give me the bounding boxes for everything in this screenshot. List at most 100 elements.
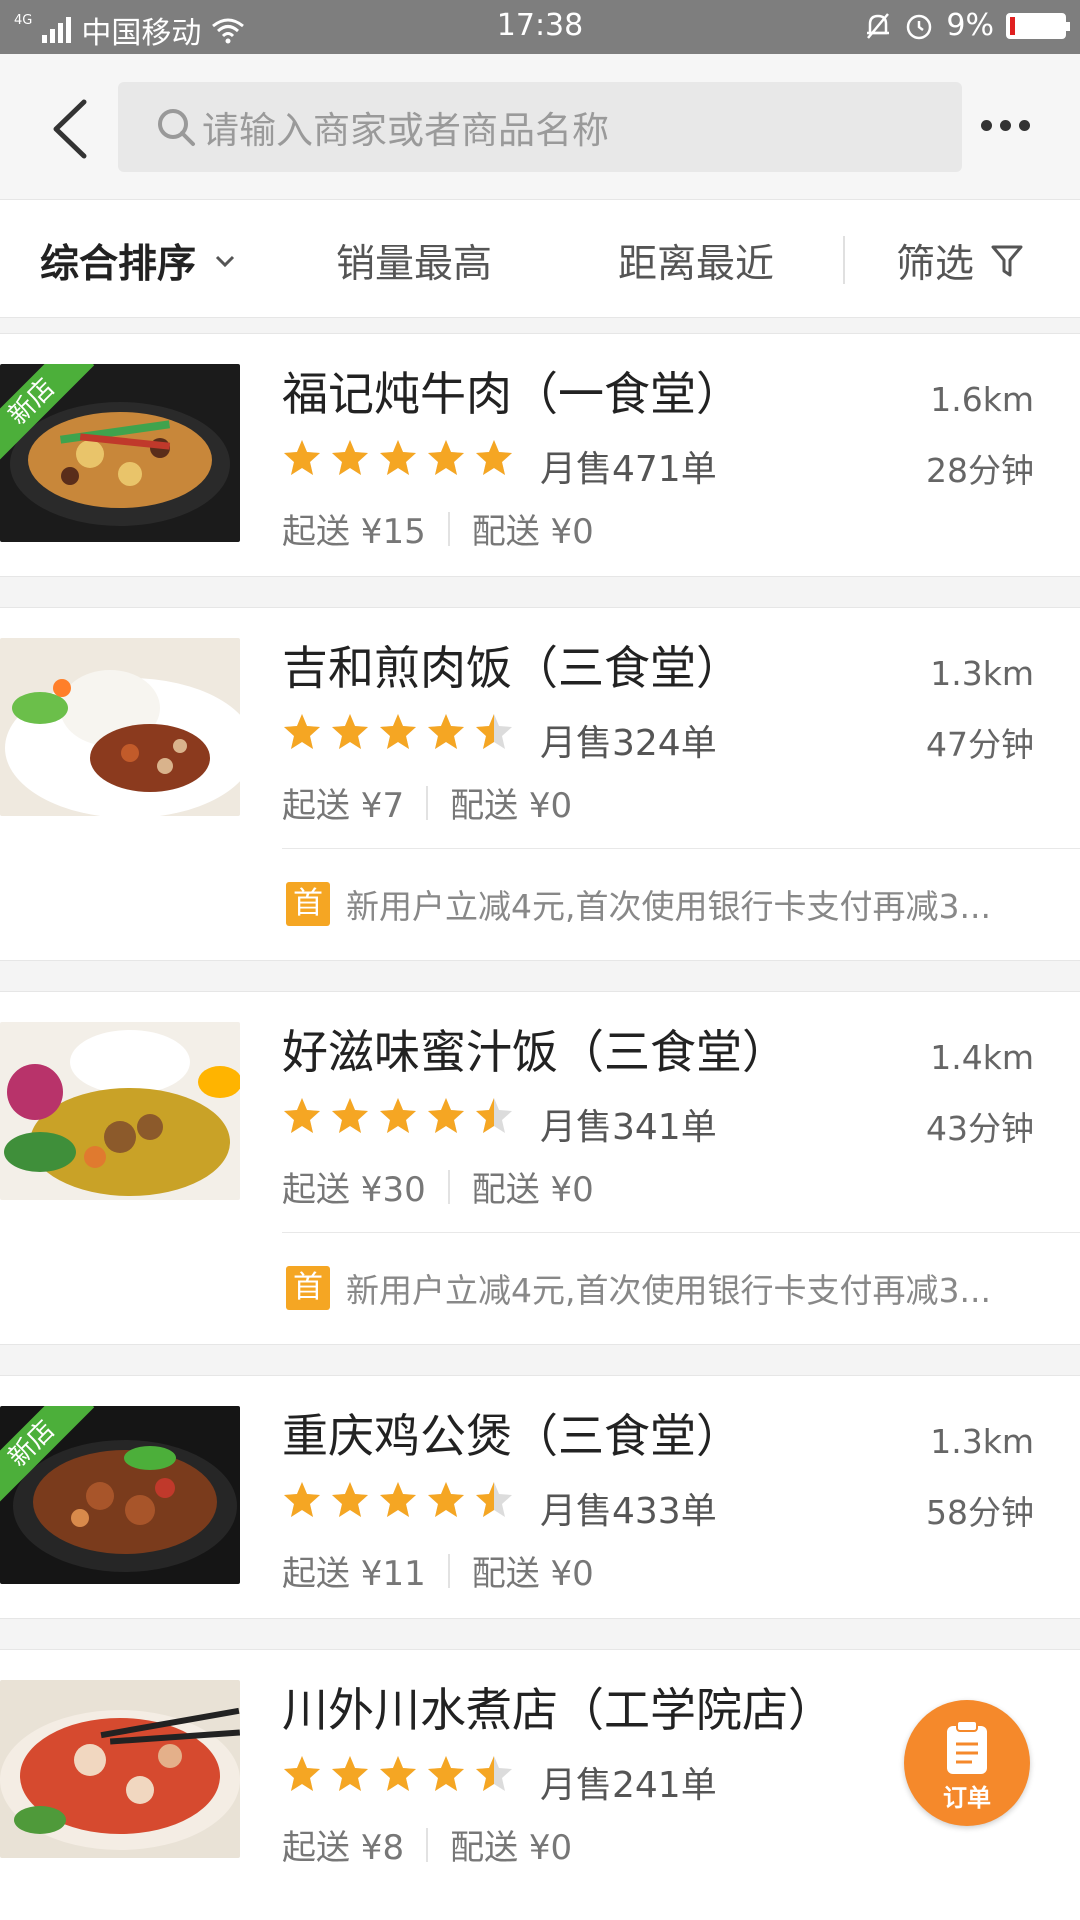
- divider: [447, 1553, 450, 1588]
- star-full-icon: [332, 714, 368, 749]
- nav-bar: 请输入商家或者商品名称: [0, 54, 1080, 200]
- delivery-fee: 配送 ¥0: [450, 786, 573, 826]
- star-half-icon: [476, 1756, 512, 1791]
- sort-distance-tab[interactable]: 距离最近: [618, 233, 774, 289]
- battery-icon: [1006, 12, 1070, 39]
- divider: [426, 785, 429, 820]
- price-info: 起送 ¥30 配送 ¥0: [282, 1162, 594, 1211]
- promo-row: 首 新用户立减4元,首次使用银行卡支付再减3...: [282, 848, 1080, 958]
- delivery-time: 43分钟: [926, 1109, 1034, 1148]
- search-input[interactable]: 请输入商家或者商品名称: [118, 82, 962, 172]
- filter-bar: 综合排序 销量最高 距离最近 筛选: [0, 200, 1080, 318]
- store-thumbnail: [0, 1680, 240, 1858]
- clipboard-icon: [947, 1720, 987, 1774]
- star-half-icon: [476, 1482, 512, 1517]
- star-full-icon: [428, 714, 464, 749]
- star-full-icon: [332, 1756, 368, 1791]
- delivery-fee: 配送 ¥0: [450, 1828, 573, 1868]
- divider: [426, 1827, 429, 1862]
- sort-sales-tab[interactable]: 销量最高: [336, 233, 492, 289]
- delivery-fee: 配送 ¥0: [471, 1554, 594, 1594]
- filter-divider: [843, 236, 845, 284]
- store-distance: 1.3km: [930, 1422, 1034, 1461]
- back-icon[interactable]: [44, 94, 104, 164]
- star-full-icon: [332, 1482, 368, 1517]
- store-card[interactable]: 吉和煎肉饭（三食堂） 月售324单 起送 ¥7 配送 ¥0 1.3km 47分钟 …: [0, 607, 1080, 961]
- store-thumbnail: 新店: [0, 364, 240, 542]
- min-order: 起送 ¥8: [282, 1828, 405, 1868]
- store-distance: 1.4km: [930, 1038, 1034, 1077]
- store-card[interactable]: 新店 福记炖牛肉（一食堂） 月售471单 起送 ¥15 配送 ¥0 1.6km 2…: [0, 333, 1080, 577]
- battery-percent: 9%: [946, 8, 994, 43]
- divider: [447, 1169, 450, 1204]
- price-info: 起送 ¥7 配送 ¥0: [282, 778, 572, 827]
- delivery-fee: 配送 ¥0: [471, 1170, 594, 1210]
- store-distance: 1.3km: [930, 654, 1034, 693]
- price-info: 起送 ¥11 配送 ¥0: [282, 1546, 594, 1595]
- filter-button[interactable]: 筛选: [896, 233, 1024, 289]
- star-full-icon: [380, 1482, 416, 1517]
- min-order: 起送 ¥11: [282, 1554, 426, 1594]
- monthly-sales: 月售324单: [540, 723, 717, 764]
- filter-label: 筛选: [896, 242, 975, 287]
- more-icon[interactable]: [981, 120, 1030, 131]
- min-order: 起送 ¥15: [282, 512, 426, 552]
- min-order: 起送 ¥7: [282, 786, 405, 826]
- rating-stars: [282, 1480, 514, 1520]
- monthly-sales: 月售471单: [540, 449, 717, 490]
- star-half-icon: [476, 714, 512, 749]
- delivery-fee: 配送 ¥0: [471, 512, 594, 552]
- promo-tag: 首: [286, 881, 330, 926]
- star-full-icon: [380, 714, 416, 749]
- funnel-icon: [991, 245, 1023, 277]
- star-full-icon: [380, 1756, 416, 1791]
- star-full-icon: [332, 1098, 368, 1133]
- store-name: 重庆鸡公煲（三食堂）: [282, 1409, 742, 1463]
- promo-row: 首 新用户立减4元,首次使用银行卡支付再减3...: [282, 1232, 1080, 1342]
- store-thumbnail: [0, 1022, 240, 1200]
- star-full-icon: [284, 1098, 320, 1133]
- sort-dropdown[interactable]: 综合排序: [40, 233, 236, 289]
- divider: [447, 511, 450, 546]
- store-thumbnail: [0, 638, 240, 816]
- star-full-icon: [332, 440, 368, 475]
- store-card[interactable]: 新店 重庆鸡公煲（三食堂） 月售433单 起送 ¥11 配送 ¥0 1.3km 5…: [0, 1375, 1080, 1619]
- promo-text: 新用户立减4元,首次使用银行卡支付再减3...: [346, 1270, 991, 1310]
- delivery-time: 47分钟: [926, 725, 1034, 764]
- rating-stars: [282, 712, 514, 752]
- star-full-icon: [428, 1756, 464, 1791]
- star-full-icon: [284, 714, 320, 749]
- store-name: 好滋味蜜汁饭（三食堂）: [282, 1025, 788, 1079]
- alarm-icon: [907, 14, 932, 39]
- promo-text: 新用户立减4元,首次使用银行卡支付再减3...: [346, 886, 991, 926]
- min-order: 起送 ¥30: [282, 1170, 426, 1210]
- search-placeholder: 请输入商家或者商品名称: [202, 109, 609, 152]
- store-name: 吉和煎肉饭（三食堂）: [282, 641, 742, 695]
- status-right: 9%: [864, 8, 1070, 43]
- monthly-sales: 月售241单: [540, 1765, 717, 1806]
- rating-stars: [282, 1754, 514, 1794]
- star-full-icon: [428, 440, 464, 475]
- star-full-icon: [428, 1482, 464, 1517]
- search-icon: [158, 109, 195, 146]
- star-full-icon: [380, 1098, 416, 1133]
- rating-stars: [282, 1096, 514, 1136]
- store-card[interactable]: 好滋味蜜汁饭（三食堂） 月售341单 起送 ¥30 配送 ¥0 1.4km 43分…: [0, 991, 1080, 1345]
- orders-button[interactable]: 订单: [904, 1700, 1030, 1826]
- monthly-sales: 月售433单: [540, 1491, 717, 1532]
- bell-off-icon: [867, 12, 890, 39]
- price-info: 起送 ¥15 配送 ¥0: [282, 504, 594, 553]
- store-name: 川外川水煮店（工学院店）: [282, 1683, 834, 1737]
- price-info: 起送 ¥8 配送 ¥0: [282, 1820, 572, 1869]
- star-full-icon: [476, 440, 512, 475]
- star-full-icon: [284, 440, 320, 475]
- orders-label: 订单: [943, 1784, 991, 1812]
- chevron-down-icon: [215, 255, 235, 268]
- monthly-sales: 月售341单: [540, 1107, 717, 1148]
- delivery-time: 28分钟: [926, 451, 1034, 490]
- status-bar: 4G 中国移动 17:38 9%: [0, 0, 1080, 54]
- battery-level: [1010, 16, 1015, 35]
- star-full-icon: [380, 440, 416, 475]
- promo-tag: 首: [286, 1265, 330, 1310]
- rating-stars: [282, 438, 514, 478]
